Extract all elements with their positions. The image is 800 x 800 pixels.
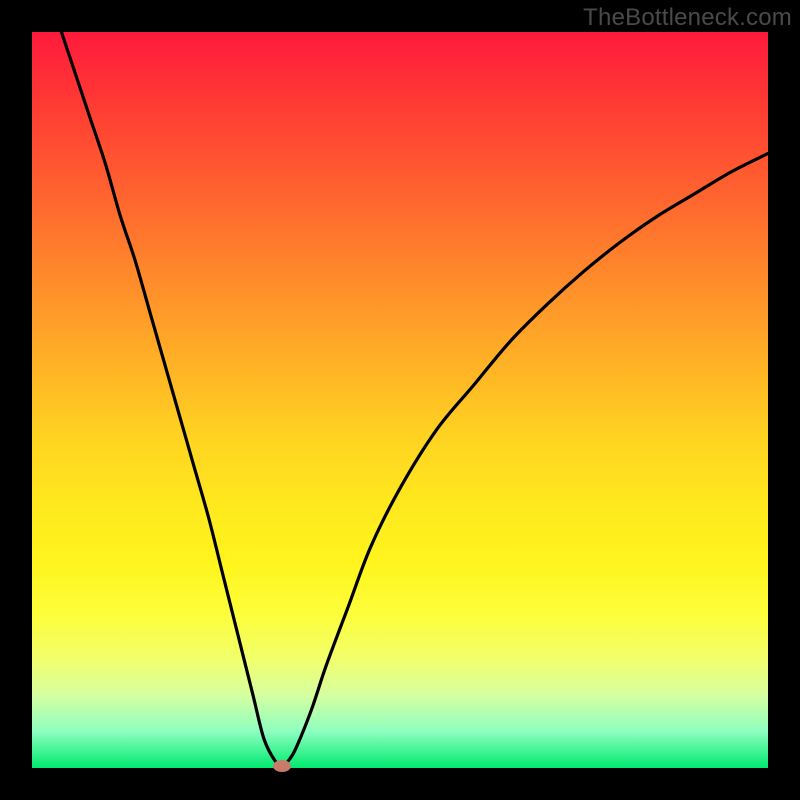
bottleneck-curve [32, 32, 768, 768]
plot-area [32, 32, 768, 768]
optimal-point-marker [273, 760, 291, 772]
watermark-text: TheBottleneck.com [583, 4, 792, 32]
chart-frame: TheBottleneck.com [0, 0, 800, 800]
